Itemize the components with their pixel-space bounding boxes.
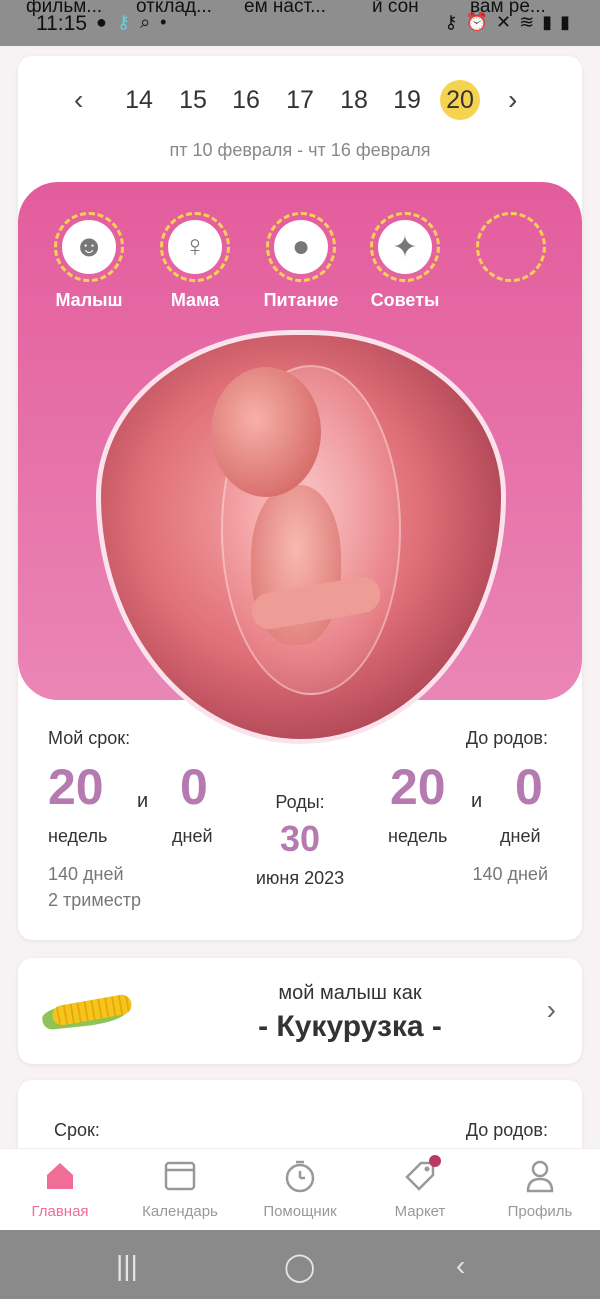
week-item[interactable]: 14 (119, 80, 159, 120)
fetus-illustration (96, 330, 506, 744)
home-button-icon[interactable]: ◯ (284, 1250, 315, 1283)
category-label: Мама (170, 290, 220, 310)
my-term-label: Мой срок: (48, 728, 131, 748)
dot-icon: • (160, 12, 167, 32)
trimester-label: 2 триместр (48, 890, 141, 910)
battery-icon: ▮ (560, 12, 570, 32)
nav-label: Профиль (507, 1203, 573, 1220)
back-icon[interactable]: ‹ (456, 1250, 465, 1282)
week-item[interactable]: 15 (173, 80, 213, 120)
weeks-unit-label: недель (48, 826, 108, 846)
category-label: Малыш (55, 290, 123, 310)
nav-market[interactable]: Маркет (360, 1155, 480, 1220)
births-day-value: 30 (279, 818, 321, 859)
tag-icon (403, 1155, 441, 1193)
and-label: и (137, 790, 149, 812)
recent-apps-icon[interactable]: ||| (116, 1250, 138, 1282)
week-selector: ‹ 14 15 16 17 18 19 20 › (18, 76, 582, 124)
status-clock: 11:15 (36, 12, 87, 35)
nav-profile[interactable]: Профиль (480, 1159, 600, 1220)
nav-label: Помощник (263, 1203, 337, 1220)
week-item[interactable]: 18 (334, 80, 374, 120)
nav-calendar[interactable]: Календарь (120, 1159, 240, 1220)
mother-icon: ♀ (168, 220, 222, 274)
nav-home[interactable]: Главная (0, 1159, 120, 1220)
weeks-unit-label: недель (388, 826, 448, 846)
notification-text: й сон (372, 0, 419, 17)
category-circle: ♀ (160, 212, 230, 282)
left-days-value: 0 (515, 759, 543, 815)
status-right-icons: ⚷ ⏰ ✕ ≋ ▮ ▮ (444, 12, 570, 33)
notification-dot (429, 1155, 441, 1167)
stopwatch-icon (283, 1159, 317, 1193)
baby-size-card[interactable]: мой малыш как - Кукурузка - › (18, 958, 582, 1064)
category-circle (476, 212, 546, 282)
term-weeks-value: 20 (48, 759, 104, 815)
births-month-year: июня 2023 (255, 868, 345, 888)
key-icon: ⚷ (444, 12, 458, 32)
tips-icon: ✦ (378, 220, 432, 274)
category-mother[interactable]: ♀ Мама (140, 212, 250, 311)
baby-size-name: - Кукурузка - (258, 1010, 442, 1043)
until-birth-label: До родов: (465, 1120, 548, 1140)
nav-label: Главная (31, 1203, 89, 1220)
week-date-range: пт 10 февраля - чт 16 февраля (169, 140, 431, 160)
week-item-active[interactable]: 20 (440, 80, 480, 120)
week-item[interactable]: 16 (226, 80, 266, 120)
category-nutrition[interactable]: ● Питание (246, 212, 356, 311)
fetus-image-frame (96, 330, 506, 744)
left-total-days: 140 дней (472, 864, 548, 884)
term-label: Срок: (54, 1120, 100, 1140)
chevron-right-icon: › (546, 994, 556, 1025)
left-weeks-value: 20 (390, 759, 446, 815)
nav-label: Маркет (394, 1203, 446, 1220)
mute-icon: ✕ (496, 12, 512, 32)
nav-assistant[interactable]: Помощник (240, 1159, 360, 1220)
category-tips[interactable]: ✦ Советы (350, 212, 460, 311)
days-unit-label: дней (500, 826, 541, 846)
pregnancy-week-card: ‹ 14 15 16 17 18 19 20 › пт 10 февраля -… (18, 56, 582, 940)
chat-icon: ● (96, 12, 107, 32)
calendar-icon (163, 1159, 197, 1193)
fetus-head (211, 367, 321, 497)
chevron-right-icon[interactable]: › (508, 84, 517, 116)
chevron-left-icon[interactable]: ‹ (74, 84, 83, 116)
week-item[interactable]: 19 (387, 80, 427, 120)
key-icon: ⚷ (116, 12, 131, 32)
category-circle: ● (266, 212, 336, 282)
baby-size-label: мой малыш как (278, 982, 422, 1004)
status-bar: фильм... отклад... ем наст... й сон вам … (0, 0, 600, 46)
births-label: Роды: (275, 792, 325, 812)
days-unit-label: дней (172, 826, 213, 846)
alarm-icon: ⏰ (465, 12, 488, 32)
person-icon (523, 1159, 557, 1193)
apple-icon: ● (274, 220, 328, 274)
baby-icon: ☻ (62, 220, 116, 274)
status-left-icons: ● ⚷ ⌕ • (96, 12, 166, 33)
signal-icon: ▮ (542, 12, 553, 32)
category-empty-slot[interactable] (456, 212, 566, 290)
category-label: Советы (370, 290, 440, 310)
notification-text: ем наст... (244, 0, 326, 17)
home-icon (43, 1159, 77, 1193)
term-days-value: 0 (180, 759, 208, 815)
term-total-days: 140 дней (48, 864, 124, 884)
category-circle: ☻ (54, 212, 124, 282)
week-item[interactable]: 17 (280, 80, 320, 120)
bottom-navigation: Главная Календарь Помощник Маркет Профил… (0, 1148, 600, 1230)
category-circle: ✦ (370, 212, 440, 282)
until-birth-label: До родов: (465, 728, 548, 748)
nav-label: Календарь (142, 1203, 218, 1220)
and-label: и (471, 790, 483, 812)
wifi-icon: ≋ (519, 12, 535, 32)
category-baby[interactable]: ☻ Малыш (34, 212, 144, 311)
corn-icon (40, 992, 136, 1031)
search-icon: ⌕ (140, 12, 151, 32)
system-navigation-bar: ||| ◯ ‹ (0, 1230, 600, 1299)
category-label: Питание (263, 290, 339, 310)
